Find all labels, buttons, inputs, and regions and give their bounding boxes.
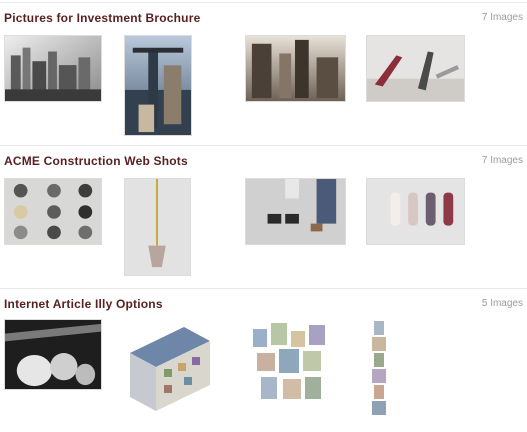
- collection-title[interactable]: ACME Construction Web Shots: [4, 154, 188, 168]
- isometric-building-illustration[interactable]: [124, 319, 212, 419]
- collection-section: Internet Article Illy Options 5 Images: [0, 288, 527, 432]
- satellite-dishes-photo[interactable]: [4, 319, 102, 390]
- isometric-tower-illustration[interactable]: [368, 319, 390, 419]
- collection-header: ACME Construction Web Shots 7 Images: [4, 154, 523, 170]
- isometric-city-illustration[interactable]: [247, 319, 333, 407]
- collection-header: Internet Article Illy Options 5 Images: [4, 297, 523, 313]
- collection-title[interactable]: Internet Article Illy Options: [4, 297, 163, 311]
- skyscraper-construction-photo[interactable]: [245, 35, 346, 102]
- city-skyline-photo[interactable]: [4, 35, 102, 102]
- image-count: 5 Images: [481, 298, 523, 309]
- image-count: 7 Images: [481, 155, 523, 166]
- gravel-samples-photo[interactable]: [4, 178, 102, 245]
- collection-section: Pictures for Investment Brochure 7 Image…: [0, 2, 527, 145]
- image-count: 7 Images: [481, 12, 523, 23]
- bridge-cables-photo[interactable]: [366, 35, 465, 102]
- plumb-bob-photo[interactable]: [124, 178, 191, 276]
- image-collections-page: Pictures for Investment Brochure 7 Image…: [0, 0, 527, 432]
- collection-header: Pictures for Investment Brochure 7 Image…: [4, 11, 523, 27]
- collection-title[interactable]: Pictures for Investment Brochure: [4, 11, 200, 25]
- worker-boots-photo[interactable]: [245, 178, 346, 245]
- paint-swatches-photo[interactable]: [366, 178, 465, 245]
- tower-crane-photo[interactable]: [124, 35, 192, 136]
- collection-section: ACME Construction Web Shots 7 Images: [0, 145, 527, 288]
